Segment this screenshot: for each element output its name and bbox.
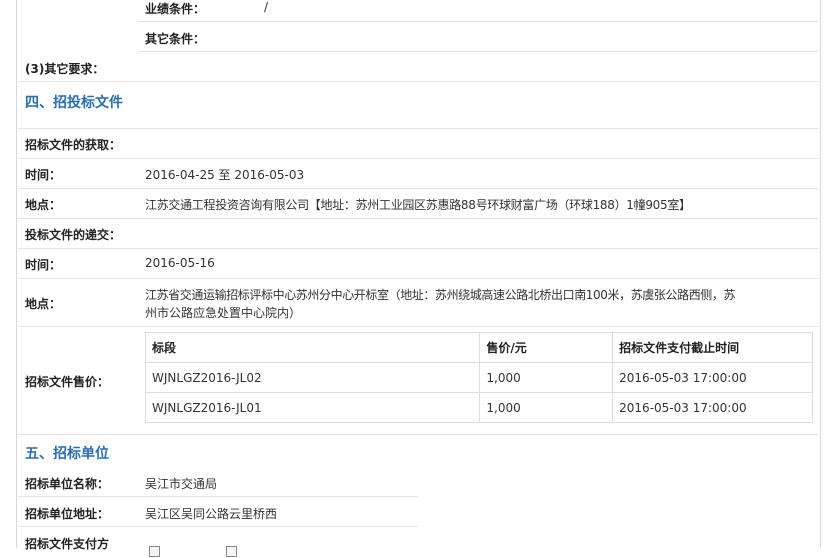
payment-option-checkbox-1[interactable]	[149, 544, 163, 558]
unit-payment-label: 招标文件支付方	[25, 537, 110, 551]
obtain-time-label: 时间：	[25, 168, 62, 182]
payment-option-checkbox-2[interactable]	[226, 544, 240, 558]
other-requirements-label: (3)其它要求：	[25, 62, 105, 76]
fee-header-deadline: 招标文件支付截止时间	[612, 332, 813, 363]
fee-table: 标段 售价/元 招标文件支付截止时间 WJNLGZ2016-JL02 1,000…	[144, 332, 813, 423]
submit-header: 投标文件的递交：	[25, 228, 122, 242]
submit-time-value: 2016-05-16	[145, 256, 215, 270]
submit-place-line1: 江苏省交通运输招标评标中心苏州分中心开标室（地址：苏州绕城高速公路北桥出口南10…	[145, 288, 736, 302]
other-conditions-label: 其它条件：	[145, 32, 206, 46]
fee-cell-price: 1,000	[479, 392, 614, 423]
row-obtain-time	[18, 159, 819, 189]
fee-header-price: 售价/元	[479, 332, 614, 363]
unit-address-label: 招标单位地址：	[25, 507, 110, 521]
submit-place-label: 地点：	[25, 297, 62, 311]
fee-cell-price: 1,000	[479, 362, 614, 393]
fee-table-header: 标段 售价/元 招标文件支付截止时间	[144, 332, 813, 363]
fee-label: 招标文件售价：	[25, 375, 110, 389]
submit-place-line2: 州市公路应急处置中心院内）	[145, 306, 302, 320]
section4-row	[18, 82, 819, 129]
table-row: WJNLGZ2016-JL01 1,000 2016-05-03 17:00:0…	[144, 392, 813, 423]
obtain-time-value: 2016-04-25 至 2016-05-03	[145, 168, 305, 182]
row-other-conditions	[138, 22, 819, 52]
unit-address-value: 吴江区吴同公路云里桥西	[145, 507, 278, 521]
fee-header-section: 标段	[144, 332, 481, 363]
row-other-requirements	[18, 52, 819, 82]
performance-label: 业绩条件：	[145, 2, 206, 16]
obtain-place-label: 地点：	[25, 198, 62, 212]
fee-cell-deadline: 2016-05-03 17:00:00	[612, 392, 813, 423]
section5-title: 五、招标单位	[25, 446, 109, 462]
section4-title: 四、招投标文件	[25, 95, 123, 111]
fee-cell-section: WJNLGZ2016-JL02	[144, 362, 481, 393]
unit-name-label: 招标单位名称：	[25, 477, 110, 491]
fee-cell-section: WJNLGZ2016-JL01	[144, 392, 481, 423]
submit-time-label: 时间：	[25, 258, 62, 272]
obtain-place-value: 江苏交通工程投资咨询有限公司【地址：苏州工业园区苏惠路88号环球财富广场（环球1…	[145, 198, 691, 212]
row-submit-time	[18, 249, 819, 279]
row-obtain-header	[18, 129, 819, 159]
fee-cell-deadline: 2016-05-03 17:00:00	[612, 362, 813, 393]
table-row: WJNLGZ2016-JL02 1,000 2016-05-03 17:00:0…	[144, 362, 813, 393]
row-submit-header	[18, 219, 819, 249]
obtain-header: 招标文件的获取：	[25, 138, 122, 152]
row-performance	[138, 0, 819, 22]
unit-name-value: 吴江市交通局	[145, 477, 218, 491]
performance-value: /	[264, 0, 269, 14]
